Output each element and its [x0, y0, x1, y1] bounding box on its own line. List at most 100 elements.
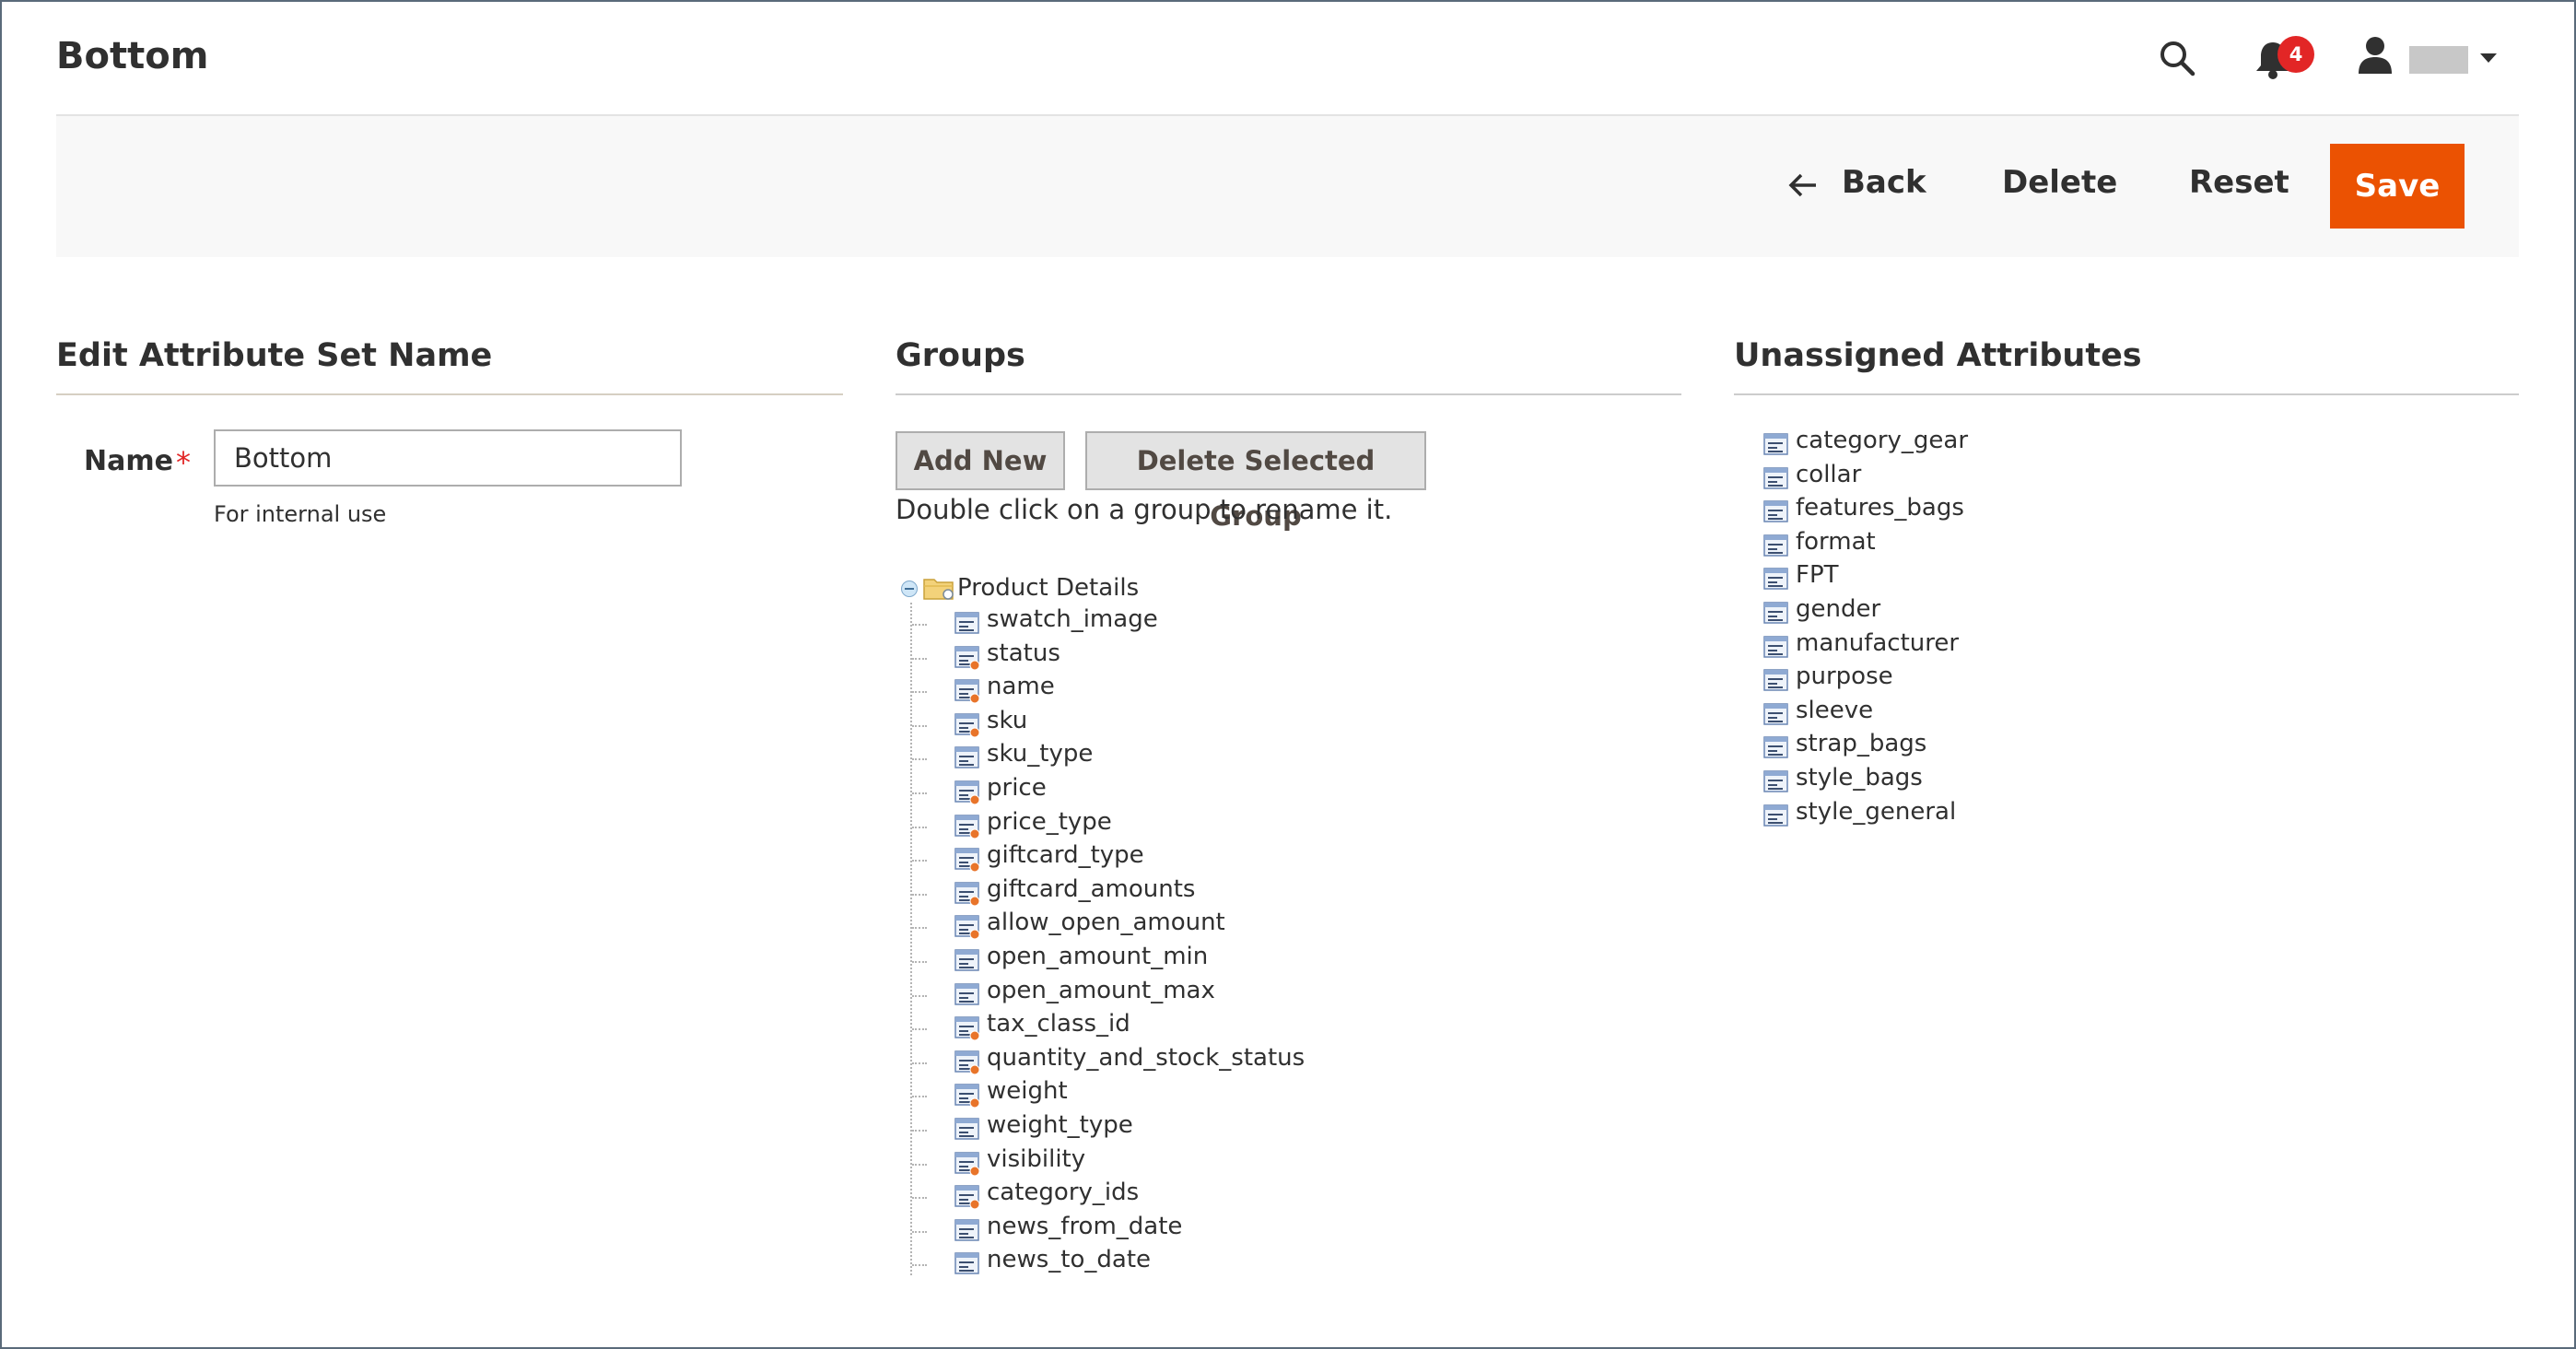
attribute-label: news_from_date: [987, 1212, 1183, 1240]
attribute-label: open_amount_max: [987, 976, 1215, 1004]
system-attribute-icon: [954, 1016, 980, 1041]
attribute-icon: [954, 949, 980, 973]
attribute-label: tax_class_id: [987, 1010, 1130, 1038]
attribute-label: sleeve: [1796, 696, 1874, 724]
tree-connector: [912, 624, 927, 626]
attribute-label: format: [1796, 527, 1876, 556]
tree-connector: [912, 1130, 927, 1132]
back-button[interactable]: Back: [1842, 164, 1926, 201]
notification-count-badge[interactable]: 4: [2277, 36, 2314, 73]
required-indicator: *: [176, 445, 191, 480]
tree-connector-line: [910, 603, 912, 1275]
attribute-label: weight_type: [987, 1111, 1133, 1139]
system-attribute-icon: [954, 1084, 980, 1109]
attribute-label: manufacturer: [1796, 628, 1960, 657]
attribute-icon: [1763, 770, 1789, 794]
attribute-icon: [954, 612, 980, 636]
delete-button[interactable]: Delete: [2002, 164, 2117, 201]
tree-connector: [912, 1028, 927, 1031]
attribute-icon: [1763, 433, 1789, 457]
tree-connector: [912, 826, 927, 828]
attribute-icon: [954, 746, 980, 770]
attribute-icon: [1763, 804, 1789, 828]
system-attribute-icon: [954, 679, 980, 704]
attribute-icon: [1763, 602, 1789, 626]
user-menu-caret-icon[interactable]: [2480, 53, 2497, 63]
attribute-icon: [1763, 669, 1789, 693]
attribute-icon: [1763, 534, 1789, 558]
system-attribute-icon: [954, 814, 980, 839]
section-divider: [1734, 393, 2519, 395]
back-arrow-icon[interactable]: [1787, 171, 1819, 199]
attribute-set-name-input[interactable]: [214, 429, 682, 487]
page-actions-bar: [56, 114, 2519, 257]
attribute-label: weight: [987, 1077, 1068, 1106]
system-attribute-icon: [954, 1050, 980, 1075]
attribute-label: category_ids: [987, 1179, 1140, 1207]
attribute-label: name: [987, 673, 1055, 701]
attribute-label: price: [987, 774, 1047, 802]
attribute-icon: [954, 1219, 980, 1243]
attribute-icon: [1763, 500, 1789, 524]
attribute-label: price_type: [987, 807, 1112, 836]
user-icon[interactable]: [2357, 35, 2394, 76]
attribute-label: status: [987, 639, 1060, 667]
tree-connector: [912, 860, 927, 862]
tree-connector: [912, 1264, 927, 1267]
system-attribute-icon: [954, 882, 980, 907]
attribute-icon: [954, 1252, 980, 1276]
name-label: Name: [84, 445, 173, 477]
attribute-icon: [1763, 635, 1789, 660]
system-attribute-icon: [954, 1151, 980, 1177]
attribute-label: category_gear: [1796, 427, 1969, 454]
attribute-label: purpose: [1796, 663, 1893, 691]
tree-connector: [912, 893, 927, 896]
attribute-label: giftcard_type: [987, 841, 1144, 870]
attribute-label: gender: [1796, 595, 1881, 623]
user-name-redacted[interactable]: [2409, 46, 2468, 74]
edit-section-title: Edit Attribute Set Name: [56, 337, 493, 374]
attribute-label: sku_type: [987, 740, 1094, 768]
section-divider: [56, 393, 843, 395]
system-attribute-icon: [954, 780, 980, 805]
save-button[interactable]: Save: [2330, 144, 2465, 229]
system-attribute-icon: [954, 645, 980, 671]
tree-connector: [912, 1096, 927, 1098]
attribute-label: allow_open_amount: [987, 909, 1225, 937]
tree-connector: [912, 1163, 927, 1166]
attribute-icon: [1763, 568, 1789, 592]
attribute-label: news_to_date: [987, 1246, 1152, 1274]
tree-connector: [912, 1062, 927, 1064]
groups-hint-text: Double click on a group to rename it.: [896, 494, 1393, 525]
attribute-label: giftcard_amounts: [987, 874, 1196, 903]
tree-connector: [912, 1197, 927, 1200]
section-divider: [896, 393, 1681, 395]
attribute-icon: [954, 1118, 980, 1142]
attribute-label: collar: [1796, 460, 1862, 488]
tree-connector: [912, 724, 927, 727]
tree-connector: [912, 927, 927, 930]
add-new-group-button[interactable]: Add New: [896, 431, 1065, 490]
name-field-note: For internal use: [214, 501, 387, 527]
system-attribute-icon: [954, 848, 980, 873]
attribute-icon: [954, 982, 980, 1007]
attribute-label: FPT: [1796, 561, 1839, 590]
attribute-label: features_bags: [1796, 494, 1964, 522]
unassigned-section-title: Unassigned Attributes: [1734, 337, 2142, 374]
attribute-label: swatch_image: [987, 605, 1158, 633]
collapse-toggle-icon[interactable]: [901, 581, 918, 597]
groups-section-title: Groups: [896, 337, 1025, 374]
search-icon[interactable]: [2158, 39, 2196, 77]
reset-button[interactable]: Reset: [2189, 164, 2289, 201]
attribute-icon: [1763, 703, 1789, 727]
delete-selected-group-button[interactable]: Delete Selected Group: [1085, 431, 1426, 532]
attribute-label: sku: [987, 706, 1028, 734]
tree-connector: [912, 657, 927, 660]
tree-connector: [912, 961, 927, 963]
attribute-label: style_general: [1796, 797, 1957, 826]
tree-connector: [912, 792, 927, 794]
attribute-label: strap_bags: [1796, 730, 1927, 758]
group-node-product-details[interactable]: Product Details: [957, 574, 1139, 602]
tree-connector: [912, 691, 927, 694]
tree-connector: [912, 994, 927, 997]
